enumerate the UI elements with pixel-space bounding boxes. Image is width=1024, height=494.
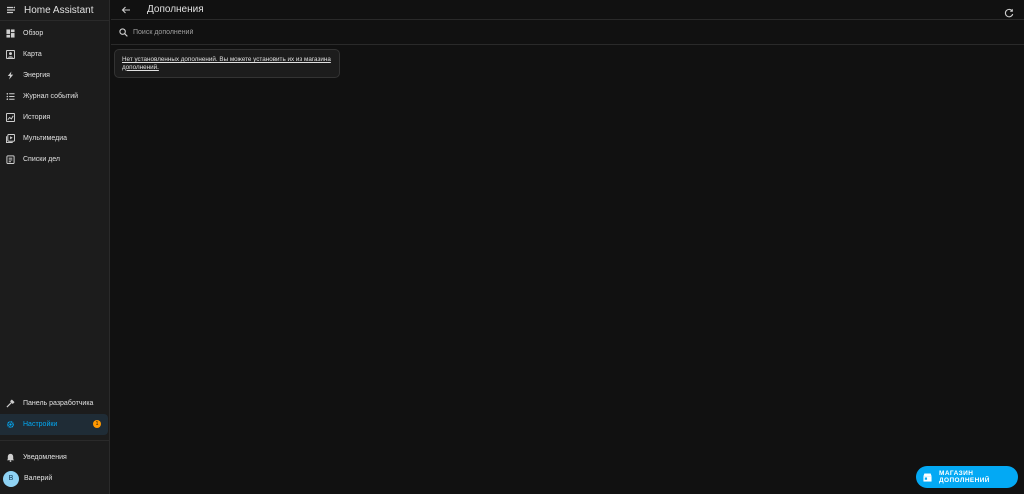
add-on-store-button[interactable]: МАГАЗИН ДОПОЛНЕНИЙ [916,466,1018,488]
sidebar-item-media[interactable]: Мультимедиа [0,128,109,149]
sidebar-item-developer-tools[interactable]: Панель разработчика [0,393,109,414]
store-icon [923,472,932,482]
sidebar-bottom: Панель разработчика Настройки 1 [0,393,109,435]
add-on-store-label: МАГАЗИН ДОПОЛНЕНИЙ [939,470,990,484]
user-name: Валерий [24,475,53,482]
sidebar-item-history[interactable]: История [0,107,109,128]
search-icon [119,28,128,37]
map-icon [6,50,15,59]
sidebar-item-label: Карта [23,51,42,58]
sidebar-item-label: Обзор [23,30,44,37]
clipboard-icon [6,155,15,164]
back-arrow-icon[interactable] [121,5,131,15]
gear-icon [6,420,15,429]
sidebar-item-logbook[interactable]: Журнал событий [0,86,109,107]
sidebar-user-section: Уведомления В Валерий [0,447,109,489]
add-on-store-link[interactable]: Нет установленных дополнений. Вы можете … [122,56,331,71]
settings-badge: 1 [93,420,101,428]
bell-icon [6,453,15,462]
app-title: Home Assistant [24,4,94,16]
hammer-icon [6,399,15,408]
search-bar [111,21,1024,45]
lightning-icon [6,71,15,80]
list-icon [6,92,15,101]
sidebar-item-label: Мультимедиа [23,135,67,142]
page-title: Дополнения [147,4,204,15]
sidebar-item-label: Энергия [23,72,50,79]
sidebar-item-todo[interactable]: Списки дел [0,149,109,170]
dashboard-icon [6,29,15,38]
sidebar-item-profile[interactable]: В Валерий [0,468,109,489]
sidebar-item-label: Журнал событий [23,93,79,100]
sidebar-item-notifications[interactable]: Уведомления [0,447,109,468]
sidebar-item-map[interactable]: Карта [0,44,109,65]
empty-state-card: Нет установленных дополнений. Вы можете … [114,49,340,78]
sidebar-item-label: Уведомления [23,454,67,461]
sidebar-item-energy[interactable]: Энергия [0,65,109,86]
sidebar-item-label: Настройки [23,421,58,428]
sidebar-item-label: Списки дел [23,156,61,163]
sidebar-item-label: Панель разработчика [23,400,94,407]
sidebar: Home Assistant Обзор Карта Энергия Журна… [0,0,110,494]
sidebar-nav: Обзор Карта Энергия Журнал событий Истор… [0,23,109,170]
avatar: В [3,470,19,487]
search-input[interactable] [133,29,533,36]
sidebar-divider [0,440,109,441]
media-icon [6,134,15,143]
sidebar-item-settings[interactable]: Настройки 1 [0,414,108,435]
sidebar-header: Home Assistant [0,0,109,21]
sidebar-item-label: История [23,114,51,121]
sidebar-item-overview[interactable]: Обзор [0,23,109,44]
refresh-icon[interactable] [1004,5,1014,18]
menu-icon[interactable] [6,5,16,15]
chart-icon [6,113,15,122]
top-bar: Дополнения [111,0,1024,20]
